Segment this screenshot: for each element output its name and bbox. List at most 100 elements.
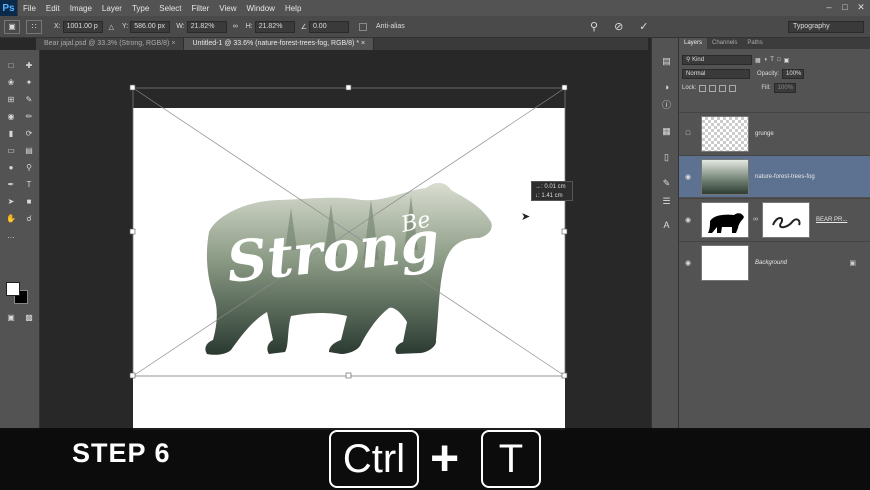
filter-smart-icon[interactable]: ▣: [784, 57, 790, 64]
opacity-field[interactable]: 100%: [782, 69, 805, 79]
blend-mode-select[interactable]: Normal: [682, 69, 750, 79]
eye-icon[interactable]: ◉: [679, 259, 697, 267]
lasso-tool-icon[interactable]: ❀: [5, 77, 17, 88]
commit-controls: ⚲ ⊘ ✓: [590, 20, 649, 33]
menu-layer[interactable]: Layer: [97, 4, 127, 13]
fill-field[interactable]: 100%: [773, 83, 796, 93]
eye-icon[interactable]: ◉: [679, 216, 697, 224]
handle-left[interactable]: [129, 228, 136, 235]
tab-bear-jajal[interactable]: Bear jajal.psd @ 33.3% (Strong, RGB/8) ×: [36, 38, 185, 50]
cancel-icon[interactable]: ⊘: [614, 20, 623, 33]
shape-tool-icon[interactable]: ■: [23, 196, 35, 207]
lock-position-icon[interactable]: [719, 84, 727, 92]
move-tool-icon[interactable]: ✚: [23, 60, 35, 71]
layer-row[interactable]: ◉ Background ▣: [679, 241, 870, 283]
handle-top-right[interactable]: [561, 84, 568, 91]
path-selection-icon[interactable]: ➤: [5, 196, 17, 207]
menu-view[interactable]: View: [214, 4, 241, 13]
reference-point-icon[interactable]: ∷: [26, 19, 42, 34]
menu-help[interactable]: Help: [280, 4, 306, 13]
history-brush-icon[interactable]: ⟳: [23, 128, 35, 139]
handle-bottom-left[interactable]: [129, 372, 136, 379]
foreground-color-swatch[interactable]: [6, 282, 20, 296]
delta-icon[interactable]: △: [109, 23, 114, 31]
tab-close-icon[interactable]: ×: [361, 40, 365, 47]
tab-untitled-1[interactable]: Untitled-1 @ 33.6% (nature-forest-trees-…: [184, 38, 375, 50]
minimize-icon[interactable]: –: [824, 2, 834, 13]
brush-tool-icon[interactable]: ✏: [23, 111, 35, 122]
handle-top-left[interactable]: [129, 84, 136, 91]
more-tools-icon[interactable]: …: [5, 230, 17, 241]
antialias-checkbox[interactable]: [358, 22, 367, 31]
height-field[interactable]: 21.82%: [254, 20, 295, 33]
handle-bottom-right[interactable]: [561, 372, 568, 379]
maximize-icon[interactable]: □: [840, 2, 850, 13]
menu-file[interactable]: File: [18, 4, 41, 13]
layers-panel: Layers Channels Paths ⚲ Kind ▦ ◑ T □ ▣ N…: [679, 38, 870, 430]
gradient-tool-icon[interactable]: ▤: [23, 145, 35, 156]
tab-paths[interactable]: Paths: [742, 38, 767, 49]
lock-transparent-icon[interactable]: [699, 84, 707, 92]
x-field[interactable]: 1001.00 p: [62, 20, 103, 33]
filter-shape-icon[interactable]: □: [777, 57, 781, 63]
warp-icon[interactable]: ⚲: [590, 20, 598, 33]
layer-row[interactable]: ◉ ∞ BEAR PR...: [679, 198, 870, 240]
type-tool-icon[interactable]: T: [23, 179, 35, 190]
menu-filter[interactable]: Filter: [187, 4, 215, 13]
eyedropper-icon[interactable]: ✎: [23, 94, 35, 105]
dodge-tool-icon[interactable]: ⚲: [23, 162, 35, 173]
link-icon[interactable]: ∞: [753, 216, 758, 223]
magic-wand-icon[interactable]: ✦: [23, 77, 35, 88]
blur-tool-icon[interactable]: ●: [5, 162, 17, 173]
y-field[interactable]: 586.00 px: [130, 20, 171, 33]
brush-presets-icon[interactable]: ✎: [661, 178, 672, 189]
filter-pixel-icon[interactable]: ▦: [755, 57, 761, 64]
adjustments-icon[interactable]: ◑: [661, 82, 672, 93]
width-field[interactable]: 21.82%: [186, 20, 227, 33]
screen-mode-icon[interactable]: ▩: [23, 312, 35, 323]
angle-field[interactable]: 0.00: [308, 20, 349, 33]
history-icon[interactable]: ▤: [661, 56, 672, 67]
filter-type-icon[interactable]: T: [770, 57, 774, 63]
menu-type[interactable]: Type: [127, 4, 154, 13]
lock-all-icon[interactable]: [729, 84, 737, 92]
handle-right[interactable]: [561, 228, 568, 235]
lock-label: Lock:: [682, 85, 697, 91]
properties-icon[interactable]: ☰: [661, 196, 672, 207]
hand-tool-icon[interactable]: ✋: [5, 213, 17, 224]
filter-adjustment-icon[interactable]: ◑: [764, 57, 768, 63]
healing-brush-icon[interactable]: ◉: [5, 111, 17, 122]
handle-top[interactable]: [345, 84, 352, 91]
transform-tool-icon[interactable]: ▣: [4, 19, 20, 34]
zoom-tool-icon[interactable]: ☌: [23, 213, 35, 224]
layer-row[interactable]: □ grunge: [679, 112, 870, 154]
menu-image[interactable]: Image: [65, 4, 97, 13]
clone-stamp-icon[interactable]: ▮: [5, 128, 17, 139]
eye-icon[interactable]: ◉: [679, 173, 697, 181]
menu-select[interactable]: Select: [154, 4, 186, 13]
crop-tool-icon[interactable]: ⊞: [5, 94, 17, 105]
pen-tool-icon[interactable]: ✒: [5, 179, 17, 190]
styles-icon[interactable]: ▯: [661, 152, 672, 163]
workspace-select[interactable]: Typography: [788, 21, 864, 33]
tab-channels[interactable]: Channels: [707, 38, 742, 49]
commit-check-icon[interactable]: ✓: [639, 20, 648, 33]
swatches-icon[interactable]: ▦: [661, 126, 672, 137]
menu-edit[interactable]: Edit: [41, 4, 65, 13]
info-icon[interactable]: ⓘ: [661, 100, 672, 111]
quick-mask-icon[interactable]: ▣: [5, 312, 17, 323]
canvas-area[interactable]: Be Strong →: 0.01 cm ↓: 1.41 cm ➤: [41, 50, 651, 430]
menu-window[interactable]: Window: [242, 4, 280, 13]
close-icon[interactable]: ✕: [856, 2, 866, 13]
tab-close-icon[interactable]: ×: [171, 40, 175, 47]
handle-bottom[interactable]: [345, 372, 352, 379]
tab-layers[interactable]: Layers: [679, 38, 708, 49]
visibility-toggle-off[interactable]: □: [679, 130, 697, 137]
kind-filter-select[interactable]: ⚲ Kind: [682, 55, 752, 65]
marquee-tool-icon[interactable]: □: [5, 60, 17, 71]
layer-row[interactable]: ◉ nature-forest-trees-fog: [679, 155, 870, 197]
lock-pixels-icon[interactable]: [709, 84, 717, 92]
eraser-tool-icon[interactable]: ▭: [5, 145, 17, 156]
link-icon[interactable]: ∞: [233, 23, 238, 30]
character-icon[interactable]: A: [661, 220, 672, 231]
